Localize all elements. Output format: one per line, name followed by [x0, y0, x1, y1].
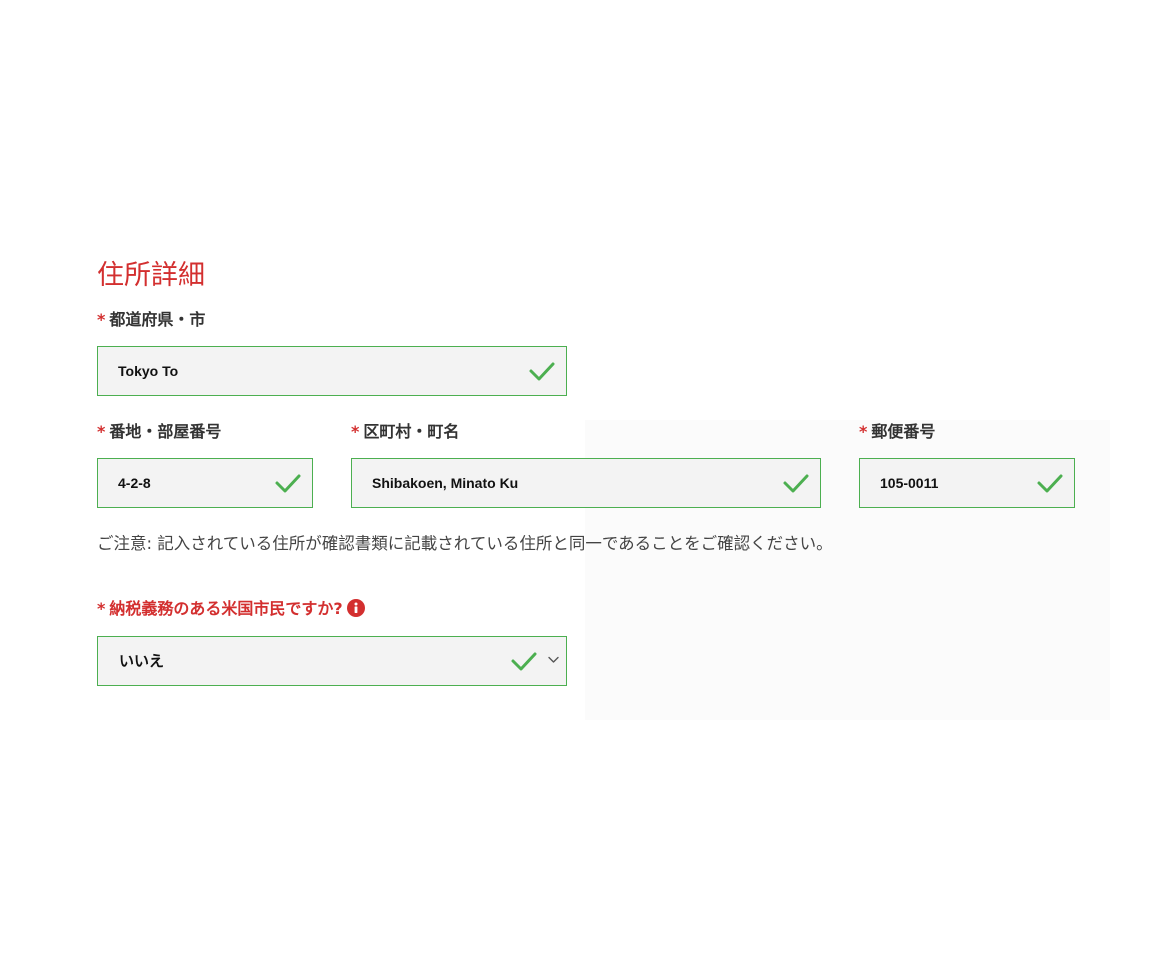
chevron-down-icon[interactable] — [548, 656, 559, 664]
check-icon — [511, 652, 537, 671]
prefecture-field — [97, 346, 567, 396]
check-icon — [529, 362, 555, 381]
check-icon — [783, 474, 809, 493]
postal-code-label-text: 郵便番号 — [871, 422, 936, 441]
address-line-label: * 番地・部屋番号 — [97, 421, 221, 443]
postal-code-label: * 郵便番号 — [859, 421, 935, 443]
required-mark: * — [351, 422, 360, 441]
address-line-label-text: 番地・部屋番号 — [109, 422, 222, 441]
us-citizen-selected-value: いいえ — [119, 652, 165, 670]
prefecture-label: * 都道府県・市 — [97, 309, 205, 331]
check-icon — [1037, 474, 1063, 493]
required-mark: * — [97, 599, 106, 618]
address-line-field — [97, 458, 313, 508]
town-label: * 区町村・町名 — [351, 421, 459, 443]
address-form-page: 住所詳細 *都道府県・市 *番地・部屋番号 *区町村・町名 *郵便番号 — [0, 0, 1169, 956]
prefecture-input[interactable] — [98, 347, 566, 395]
info-icon[interactable] — [346, 599, 365, 617]
town-field — [351, 458, 821, 508]
us-citizen-label-text: 納税義務のある米国市民ですか? — [109, 599, 343, 618]
check-icon — [275, 474, 301, 493]
section-title: 住所詳細 — [97, 260, 205, 291]
us-citizen-select[interactable]: いいえ — [97, 636, 567, 686]
town-input[interactable] — [352, 459, 820, 507]
address-notice: ご注意: 記入されている住所が確認書類に記載されている住所と同一であることをご確… — [97, 534, 833, 553]
required-mark: * — [97, 422, 106, 441]
postal-code-field — [859, 458, 1075, 508]
prefecture-label-text: 都道府県・市 — [109, 310, 206, 329]
town-label-text: 区町村・町名 — [363, 422, 460, 441]
required-mark: * — [859, 422, 868, 441]
us-citizen-label: * 納税義務のある米国市民ですか? — [97, 598, 365, 620]
required-mark: * — [97, 310, 106, 329]
